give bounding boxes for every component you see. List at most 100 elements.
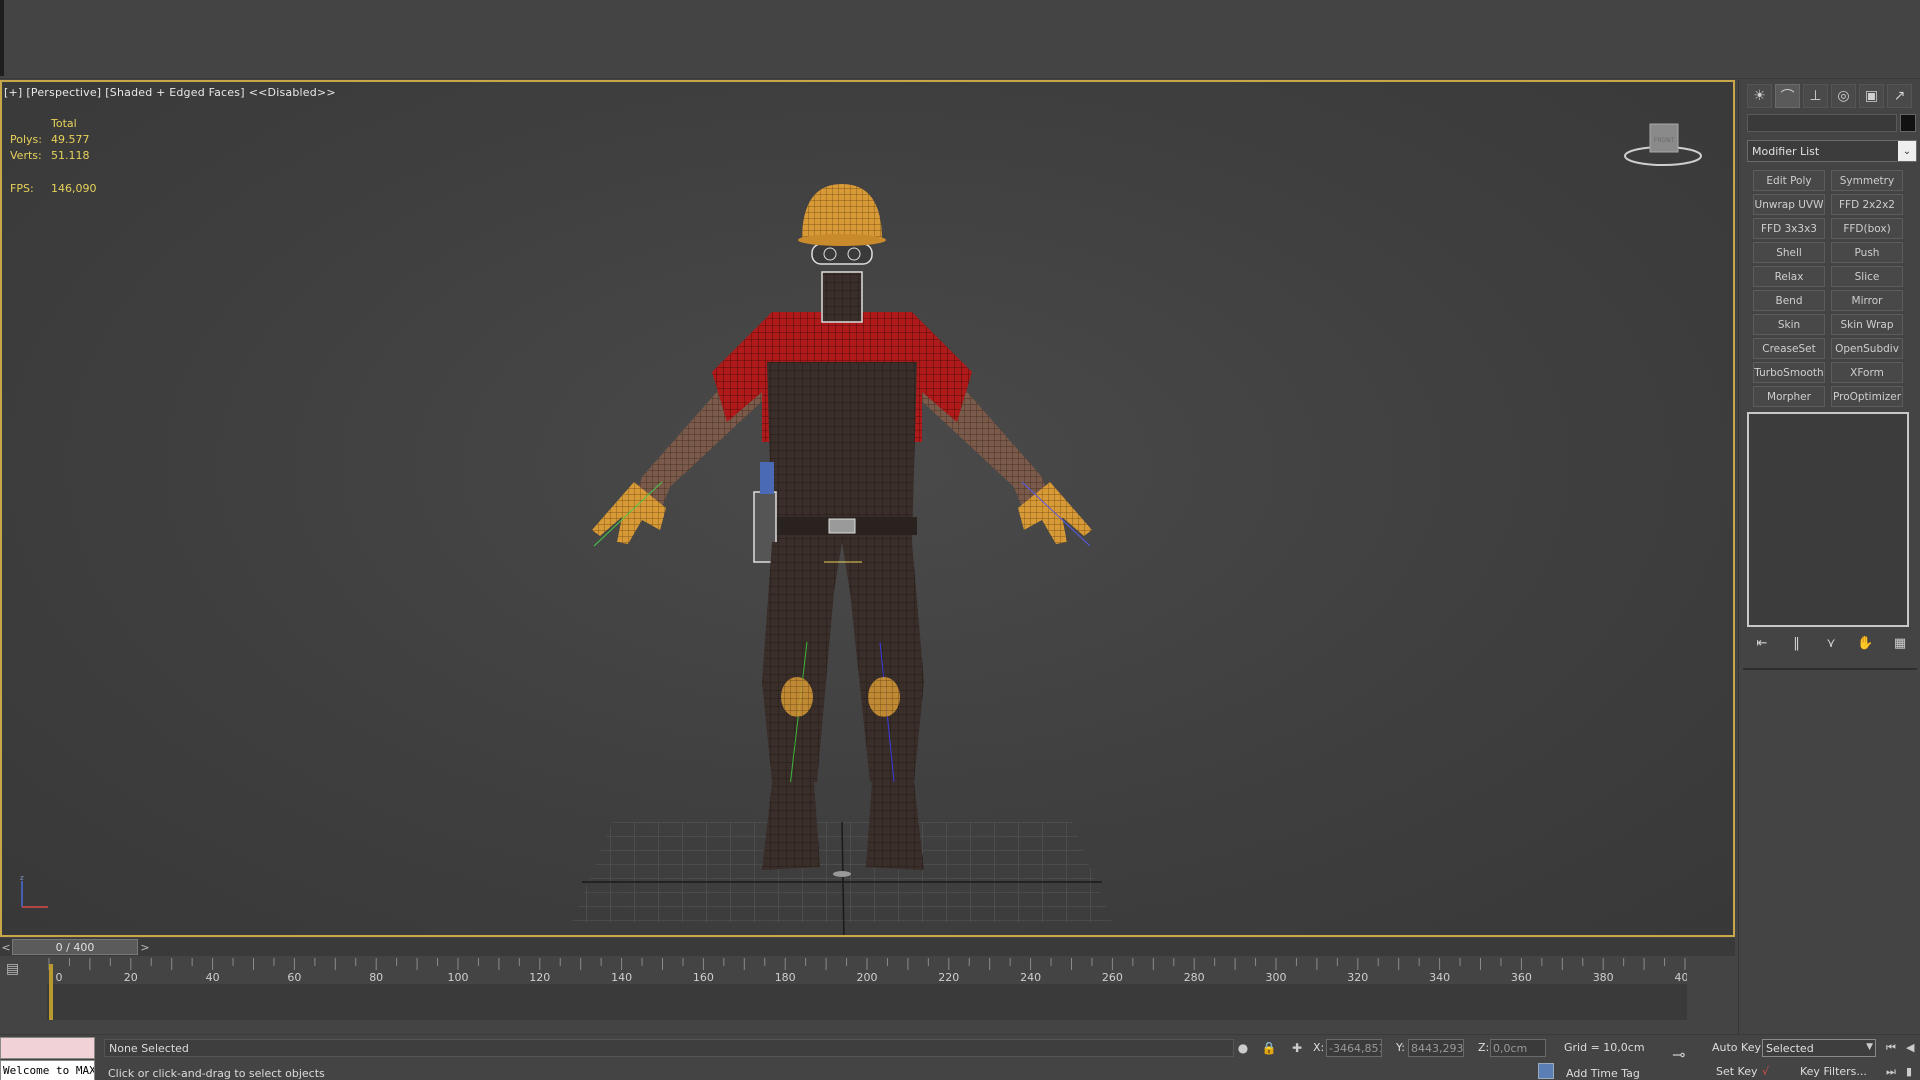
make-unique-icon[interactable]: ⋎	[1820, 633, 1842, 653]
lock-selection-icon[interactable]: 🔒	[1260, 1039, 1278, 1057]
motion-tab-icon[interactable]: ◎	[1831, 84, 1856, 108]
app-window: [+] [Perspective] [Shaded + Edged Faces] <<…	[0, 0, 1920, 1080]
ruler-tick-label: 380	[1593, 971, 1614, 984]
modify-tab-icon[interactable]: ⌒	[1775, 84, 1800, 108]
modifier-button-relax[interactable]: Relax	[1753, 266, 1825, 287]
chevron-down-icon[interactable]: ⌄	[1898, 141, 1916, 161]
z-coord-field[interactable]: 0,0cm	[1490, 1039, 1546, 1057]
viewcube-face-label: FRONT	[1654, 137, 1675, 144]
modifier-button-creaseset[interactable]: CreaseSet	[1753, 338, 1825, 359]
modifier-button-bend[interactable]: Bend	[1753, 290, 1825, 311]
axis-tripod-icon: z	[20, 874, 48, 908]
show-end-result-icon[interactable]: ‖	[1786, 633, 1808, 653]
ruler-tick-label: 160	[693, 971, 714, 984]
hierarchy-tab-icon[interactable]: ⊥	[1803, 84, 1828, 108]
create-tab-icon[interactable]: ☀	[1747, 84, 1772, 108]
modifier-button-prooptimizer[interactable]: ProOptimizer	[1831, 386, 1903, 407]
viewport-menu-general[interactable]: [+]	[4, 86, 22, 99]
modifier-button-symmetry[interactable]: Symmetry	[1831, 170, 1903, 191]
display-tab-icon[interactable]: ▣	[1859, 84, 1884, 108]
viewport-menu-disabled[interactable]: <<Disabled>>	[249, 86, 336, 99]
maxscript-listener-output[interactable]	[0, 1037, 95, 1059]
modifier-sets-grid: Edit Poly Symmetry Unwrap UVW FFD 2x2x2 …	[1753, 170, 1903, 407]
add-time-tag-button[interactable]: Add Time Tag	[1566, 1067, 1640, 1080]
ruler-tick-label: 40	[206, 971, 220, 984]
configure-modifier-sets-icon[interactable]: ▦	[1889, 633, 1911, 653]
track-bar-ruler[interactable]: 0 20 40 60 80 100 120 140 160 180 200 220 240 260 280 3…	[47, 956, 1687, 1020]
stats-verts-label: Verts:	[10, 149, 42, 162]
time-slider-thumb[interactable]: 0 / 400	[12, 939, 138, 955]
modifier-button-xform[interactable]: XForm	[1831, 362, 1903, 383]
utilities-tab-icon[interactable]: ↗	[1887, 84, 1912, 108]
modifier-button-turbosmooth[interactable]: TurboSmooth	[1753, 362, 1825, 383]
modifier-button-shell[interactable]: Shell	[1753, 242, 1825, 263]
track-bar: ▤ 0 20 40 60 80 100 120 140 160 180 200 220 240 260 28…	[0, 956, 1735, 1034]
go-to-start-icon[interactable]: ⏮	[1886, 1041, 1896, 1055]
command-panel: ☀ ⌒ ⊥ ◎ ▣ ↗ Modifier List ⌄ Edit Poly Sy…	[1738, 80, 1920, 1035]
modifier-stack-list[interactable]	[1747, 412, 1909, 627]
modifier-button-ffd-3x3x3[interactable]: FFD 3x3x3	[1753, 218, 1825, 239]
viewport-menu-pov[interactable]: [Perspective]	[26, 86, 101, 99]
object-color-swatch[interactable]	[1900, 114, 1916, 132]
modifier-button-slice[interactable]: Slice	[1831, 266, 1903, 287]
modifier-button-unwrap-uvw[interactable]: Unwrap UVW	[1753, 194, 1825, 215]
time-slider[interactable]: < 0 / 400 >	[0, 938, 1735, 956]
remove-modifier-icon[interactable]: ✋	[1855, 633, 1877, 653]
modifier-button-ffd-box[interactable]: FFD(box)	[1831, 218, 1903, 239]
svg-text:z: z	[20, 874, 24, 882]
modifier-list-dropdown[interactable]: Modifier List ⌄	[1747, 140, 1917, 162]
key-filters-button[interactable]: Key Filters...	[1800, 1065, 1867, 1078]
stats-total-label: Total	[51, 117, 77, 130]
command-panel-tabs: ☀ ⌒ ⊥ ◎ ▣ ↗	[1747, 84, 1912, 108]
ruler-tick-label: 280	[1184, 971, 1205, 984]
set-keys-icon[interactable]: ⊸	[1672, 1045, 1698, 1064]
y-coord-field[interactable]: 8443,293c	[1408, 1039, 1464, 1057]
ruler-tick-label: 100	[448, 971, 469, 984]
time-slider-prev-button[interactable]: <	[0, 939, 12, 955]
set-key-button[interactable]: Set Key	[1716, 1065, 1758, 1078]
character-model[interactable]	[562, 122, 1162, 937]
isolate-selection-icon[interactable]: ●	[1234, 1039, 1252, 1057]
ruler-tick-label: 140	[611, 971, 632, 984]
ruler-tick-label: 300	[1266, 971, 1287, 984]
modifier-button-opensubdiv[interactable]: OpenSubdiv	[1831, 338, 1903, 359]
key-mode-icon[interactable]: √	[1762, 1065, 1769, 1078]
key-selection-value: Selected	[1766, 1042, 1814, 1055]
stats-fps-label: FPS:	[10, 182, 34, 195]
auto-key-button[interactable]: Auto Key	[1712, 1041, 1761, 1054]
modifier-button-skin[interactable]: Skin	[1753, 314, 1825, 335]
modifier-button-ffd-2x2x2[interactable]: FFD 2x2x2	[1831, 194, 1903, 215]
stats-fps-value: 146,090	[51, 182, 97, 195]
modifier-button-edit-poly[interactable]: Edit Poly	[1753, 170, 1825, 191]
x-coord-field[interactable]: -3464,851c	[1326, 1039, 1382, 1057]
object-name-field[interactable]	[1747, 114, 1897, 132]
time-tag-icon[interactable]	[1538, 1063, 1554, 1079]
time-slider-next-button[interactable]: >	[138, 939, 152, 955]
viewport-menu-shading[interactable]: [Shaded + Edged Faces]	[105, 86, 244, 99]
x-coord-label: X:	[1313, 1041, 1325, 1054]
modifier-button-mirror[interactable]: Mirror	[1831, 290, 1903, 311]
modifier-list-label: Modifier List	[1752, 145, 1820, 158]
viewcube[interactable]: FRONT	[1621, 120, 1705, 174]
previous-frame-icon[interactable]: ◀	[1906, 1041, 1914, 1054]
current-frame-marker[interactable]	[49, 964, 53, 1020]
modifier-button-push[interactable]: Push	[1831, 242, 1903, 263]
absolute-mode-icon[interactable]: ✚	[1288, 1039, 1306, 1057]
ruler-tick-label: 180	[775, 971, 796, 984]
modifier-button-skin-wrap[interactable]: Skin Wrap	[1831, 314, 1903, 335]
maxscript-mini-listener[interactable]: Welcome to MAXScript.	[0, 1060, 95, 1080]
go-to-end-icon[interactable]: ⏭	[1886, 1065, 1896, 1079]
modifier-button-morpher[interactable]: Morpher	[1753, 386, 1825, 407]
current-frame-field[interactable]: ▮	[1906, 1065, 1912, 1078]
z-coord-label: Z:	[1478, 1041, 1490, 1054]
stats-polys-value: 49.577	[51, 133, 90, 146]
selection-status: None Selected	[104, 1039, 1234, 1057]
pin-stack-icon[interactable]: ⇤	[1751, 633, 1773, 653]
key-selection-dropdown[interactable]: Selected ▼	[1762, 1039, 1876, 1057]
modifier-stack-toolbar: ⇤ ‖ ⋎ ✋ ▦	[1751, 632, 1911, 654]
ruler-tick-label: 240	[1020, 971, 1041, 984]
mini-curve-editor-icon[interactable]: ▤	[6, 961, 26, 981]
y-coord-label: Y:	[1396, 1041, 1405, 1054]
stats-polys-label: Polys:	[10, 133, 42, 146]
perspective-viewport[interactable]: [+] [Perspective] [Shaded + Edged Faces] <<…	[0, 80, 1735, 937]
